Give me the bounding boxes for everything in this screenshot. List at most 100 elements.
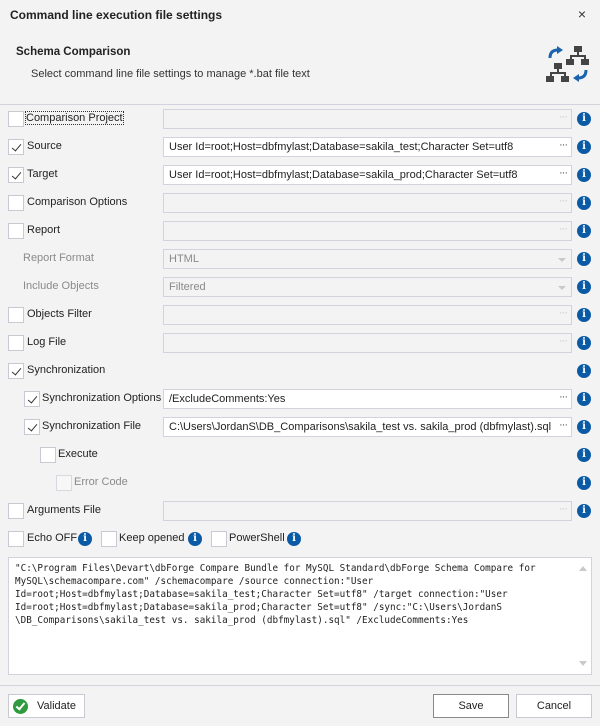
row-comparison-options: Comparison Options ··· i: [0, 191, 600, 215]
save-label: Save: [458, 700, 484, 712]
synchronization-options-checkbox[interactable]: [24, 391, 40, 407]
arguments-file-label[interactable]: Arguments File: [27, 504, 101, 516]
synchronization-options-value: /ExcludeComments:Yes: [169, 393, 286, 405]
browse-button[interactable]: ···: [559, 307, 568, 319]
info-icon[interactable]: i: [577, 448, 591, 462]
info-icon[interactable]: i: [577, 252, 591, 266]
command-text-area[interactable]: "C:\Program Files\Devart\dbForge Compare…: [8, 557, 592, 675]
source-checkbox[interactable]: [8, 139, 24, 155]
header-separator: [0, 104, 600, 105]
comparison-options-field[interactable]: ···: [163, 193, 572, 213]
row-execute: Execute i: [0, 443, 600, 467]
info-icon[interactable]: i: [577, 504, 591, 518]
row-comparison-project: Comparison Project ··· i: [0, 107, 600, 131]
synchronization-file-label[interactable]: Synchronization File: [42, 420, 141, 432]
scroll-up-arrow[interactable]: [579, 566, 587, 571]
echo-off-checkbox[interactable]: [8, 531, 24, 547]
info-icon[interactable]: i: [577, 476, 591, 490]
report-format-select[interactable]: HTML: [163, 249, 572, 269]
log-file-checkbox[interactable]: [8, 335, 24, 351]
source-label[interactable]: Source: [27, 140, 62, 152]
save-button[interactable]: Save: [433, 694, 509, 718]
cancel-button[interactable]: Cancel: [516, 694, 592, 718]
chevron-down-icon[interactable]: [558, 286, 566, 290]
browse-button[interactable]: ···: [559, 391, 568, 403]
synchronization-options-label[interactable]: Synchronization Options: [42, 392, 161, 404]
info-icon[interactable]: i: [577, 336, 591, 350]
row-error-code: Error Code i: [0, 471, 600, 495]
source-field[interactable]: User Id=root;Host=dbfmylast;Database=sak…: [163, 137, 572, 157]
error-code-checkbox[interactable]: [56, 475, 72, 491]
window-title: Command line execution file settings: [10, 8, 223, 22]
log-file-field[interactable]: ···: [163, 333, 572, 353]
comparison-project-label[interactable]: Comparison Project: [25, 111, 124, 125]
comparison-options-checkbox[interactable]: [8, 195, 24, 211]
synchronization-file-checkbox[interactable]: [24, 419, 40, 435]
info-icon[interactable]: i: [577, 168, 591, 182]
report-field[interactable]: ···: [163, 221, 572, 241]
comparison-project-field[interactable]: ···: [163, 109, 572, 129]
browse-button[interactable]: ···: [559, 335, 568, 347]
info-icon[interactable]: i: [78, 532, 92, 546]
info-icon[interactable]: i: [577, 280, 591, 294]
info-icon[interactable]: i: [577, 224, 591, 238]
info-icon[interactable]: i: [577, 364, 591, 378]
powershell-checkbox[interactable]: [211, 531, 227, 547]
powershell-label[interactable]: PowerShell: [229, 532, 285, 544]
echo-off-label[interactable]: Echo OFF: [27, 532, 77, 544]
target-field[interactable]: User Id=root;Host=dbfmylast;Database=sak…: [163, 165, 572, 185]
include-objects-value: Filtered: [169, 281, 206, 293]
info-icon[interactable]: i: [577, 112, 591, 126]
info-icon[interactable]: i: [287, 532, 301, 546]
synchronization-options-field[interactable]: /ExcludeComments:Yes ···: [163, 389, 572, 409]
keep-opened-label[interactable]: Keep opened: [119, 532, 184, 544]
browse-button[interactable]: ···: [559, 167, 568, 179]
browse-button[interactable]: ···: [559, 195, 568, 207]
synchronization-checkbox[interactable]: [8, 363, 24, 379]
objects-filter-field[interactable]: ···: [163, 305, 572, 325]
info-icon[interactable]: i: [577, 420, 591, 434]
row-target: Target User Id=root;Host=dbfmylast;Datab…: [0, 163, 600, 187]
report-format-value: HTML: [169, 253, 199, 265]
row-log-file: Log File ··· i: [0, 331, 600, 355]
info-icon[interactable]: i: [577, 308, 591, 322]
command-text[interactable]: "C:\Program Files\Devart\dbForge Compare…: [15, 562, 575, 627]
synchronization-label[interactable]: Synchronization: [27, 364, 105, 376]
title-bar: Command line execution file settings ×: [0, 0, 600, 30]
info-icon[interactable]: i: [577, 196, 591, 210]
browse-button[interactable]: ···: [559, 223, 568, 235]
browse-button[interactable]: ···: [559, 503, 568, 515]
report-format-label: Report Format: [23, 252, 94, 264]
validate-button[interactable]: Validate: [8, 694, 85, 718]
header-title: Schema Comparison: [16, 46, 131, 58]
info-icon[interactable]: i: [577, 140, 591, 154]
target-label[interactable]: Target: [27, 168, 58, 180]
execute-checkbox[interactable]: [40, 447, 56, 463]
objects-filter-label[interactable]: Objects Filter: [27, 308, 92, 320]
keep-opened-checkbox[interactable]: [101, 531, 117, 547]
row-synchronization-options: Synchronization Options /ExcludeComments…: [0, 387, 600, 411]
close-button[interactable]: ×: [574, 6, 590, 22]
source-value: User Id=root;Host=dbfmylast;Database=sak…: [169, 141, 514, 153]
info-icon[interactable]: i: [577, 392, 591, 406]
arguments-file-checkbox[interactable]: [8, 503, 24, 519]
browse-button[interactable]: ···: [559, 139, 568, 151]
log-file-label[interactable]: Log File: [27, 336, 66, 348]
objects-filter-checkbox[interactable]: [8, 307, 24, 323]
arguments-file-field[interactable]: ···: [163, 501, 572, 521]
comparison-project-checkbox[interactable]: [8, 111, 24, 127]
info-icon[interactable]: i: [188, 532, 202, 546]
include-objects-select[interactable]: Filtered: [163, 277, 572, 297]
report-checkbox[interactable]: [8, 223, 24, 239]
synchronization-file-field[interactable]: C:\Users\JordanS\DB_Comparisons\sakila_t…: [163, 417, 572, 437]
include-objects-label: Include Objects: [23, 280, 99, 292]
comparison-options-label[interactable]: Comparison Options: [27, 196, 127, 208]
row-report-format: Report Format HTML i: [0, 247, 600, 271]
target-checkbox[interactable]: [8, 167, 24, 183]
report-label[interactable]: Report: [27, 224, 60, 236]
browse-button[interactable]: ···: [559, 111, 568, 123]
chevron-down-icon[interactable]: [558, 258, 566, 262]
scroll-down-arrow[interactable]: [579, 661, 587, 666]
execute-label[interactable]: Execute: [58, 448, 98, 460]
browse-button[interactable]: ···: [559, 419, 568, 431]
